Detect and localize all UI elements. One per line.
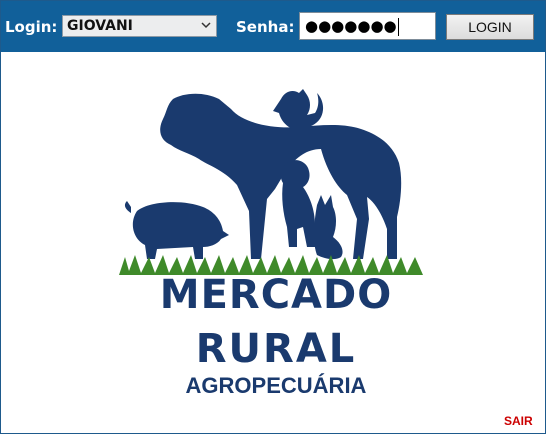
login-user-select[interactable]: GIOVANI — [62, 15, 217, 37]
password-value: ●●●●●●● — [305, 17, 397, 35]
login-label: Login: — [5, 18, 58, 36]
logo-subtitle-agropecuaria: AGROPECUÁRIA — [185, 373, 367, 398]
dog-silhouette — [280, 160, 315, 247]
exit-link[interactable]: SAIR — [504, 414, 533, 428]
cat-silhouette — [314, 195, 343, 260]
login-window: Login: GIOVANI Senha: ●●●●●●● LOGIN MERC… — [0, 0, 546, 434]
password-field[interactable]: ●●●●●●● — [299, 12, 436, 40]
text-caret — [397, 17, 399, 36]
password-label: Senha: — [236, 18, 295, 36]
logo-title-mercado: MERCADO — [159, 272, 393, 318]
logo-title-rural: RURAL — [195, 326, 357, 372]
chevron-down-icon — [201, 22, 211, 29]
login-button[interactable]: LOGIN — [446, 14, 534, 40]
login-toolbar: Login: GIOVANI Senha: ●●●●●●● LOGIN — [1, 1, 545, 52]
login-user-value: GIOVANI — [67, 18, 133, 34]
pig-silhouette — [124, 201, 229, 259]
